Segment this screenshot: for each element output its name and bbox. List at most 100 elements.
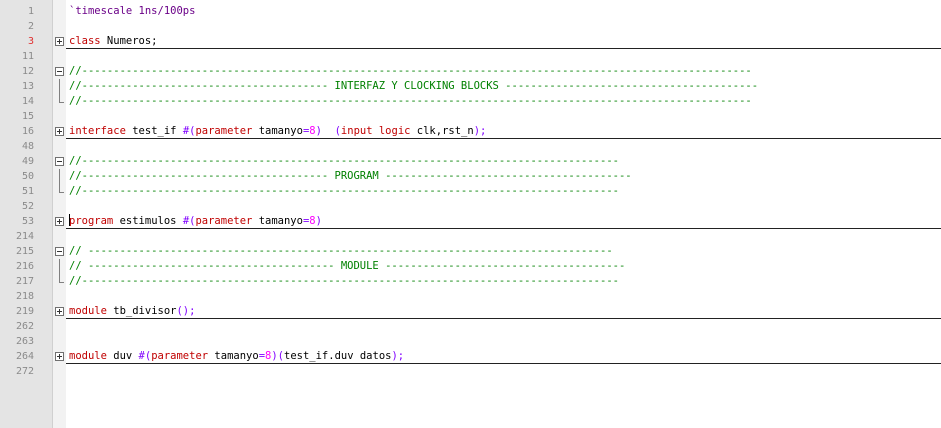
code-text: tamanyo: [252, 215, 303, 227]
code-line[interactable]: 2: [0, 19, 941, 34]
code-line[interactable]: 13 //-----------------------------------…: [0, 79, 941, 94]
comment: // -------------------------------------…: [69, 260, 626, 272]
line-number: 52: [21, 201, 34, 212]
code-text: tb_divisor: [106, 305, 177, 317]
comment: //--------------------------------------…: [69, 155, 619, 167]
line-number: 216: [15, 261, 34, 272]
line-number: 219: [15, 306, 34, 317]
operator: );: [473, 125, 487, 137]
line-number: 1: [27, 6, 34, 17]
operator: );: [391, 350, 405, 362]
line-number: 48: [21, 141, 34, 152]
code-editor[interactable]: 1 `timescale 1ns/100ps 2 3 class Numeros…: [0, 4, 941, 379]
keyword: program: [69, 215, 114, 227]
code-line[interactable]: 272: [0, 364, 941, 379]
code-line[interactable]: 3 class Numeros;: [0, 34, 941, 49]
line-number: 12: [21, 66, 34, 77]
line-number: 3: [27, 36, 34, 47]
keyword: parameter: [151, 350, 209, 362]
line-number: 49: [21, 156, 34, 167]
operator: ): [315, 215, 322, 227]
line-number: 53: [21, 216, 34, 227]
keyword: parameter: [195, 215, 253, 227]
line-number: 14: [21, 96, 34, 107]
comment: //--------------------------------------…: [69, 65, 752, 77]
plus-box-icon[interactable]: [55, 217, 64, 226]
operator: ();: [176, 305, 196, 317]
minus-box-icon[interactable]: [55, 247, 64, 256]
operator: )(: [271, 350, 284, 362]
code-line[interactable]: 51 //-----------------------------------…: [0, 184, 941, 199]
code-line[interactable]: 49 //-----------------------------------…: [0, 154, 941, 169]
keyword: logic: [378, 125, 411, 137]
code-line[interactable]: 50 //-----------------------------------…: [0, 169, 941, 184]
keyword: input: [340, 125, 373, 137]
minus-box-icon[interactable]: [55, 157, 64, 166]
code-line[interactable]: 262: [0, 319, 941, 334]
line-number: 215: [15, 246, 34, 257]
line-number: 11: [21, 51, 34, 62]
plus-box-icon[interactable]: [55, 352, 64, 361]
code-text: estimulos: [113, 215, 183, 227]
fold-guide: [59, 274, 60, 282]
minus-box-icon[interactable]: [55, 67, 64, 76]
plus-box-icon[interactable]: [55, 307, 64, 316]
keyword: parameter: [195, 125, 253, 137]
line-number: 15: [21, 111, 34, 122]
code-line[interactable]: 264 module duv #(parameter tamanyo=8)(te…: [0, 349, 941, 364]
timescale-directive: `timescale 1ns/100ps: [69, 5, 196, 17]
code-line[interactable]: 214: [0, 229, 941, 244]
plus-box-icon[interactable]: [55, 127, 64, 136]
code-line[interactable]: 12 //-----------------------------------…: [0, 64, 941, 79]
comment: //--------------------------------------…: [69, 170, 632, 182]
comment: //--------------------------------------…: [69, 275, 619, 287]
code-line[interactable]: 48: [0, 139, 941, 154]
code-line[interactable]: 219 module tb_divisor();: [0, 304, 941, 319]
comment: //--------------------------------------…: [69, 185, 619, 197]
code-line[interactable]: 263: [0, 334, 941, 349]
code-line[interactable]: 52: [0, 199, 941, 214]
code-text: clk,rst_n: [410, 125, 474, 137]
code-text: tamanyo: [208, 350, 259, 362]
code-line[interactable]: 218: [0, 289, 941, 304]
line-number: 2: [27, 21, 34, 32]
code-line[interactable]: 53 program estimulos #(parameter tamanyo…: [0, 214, 941, 229]
fold-end: [59, 102, 64, 103]
operator: #(: [182, 125, 196, 137]
line-number: 218: [15, 291, 34, 302]
keyword: class: [69, 35, 101, 47]
code-text: duv: [106, 350, 139, 362]
line-number: 214: [15, 231, 34, 242]
line-number: 272: [15, 366, 34, 377]
line-number: 217: [15, 276, 34, 287]
operator: #(: [182, 215, 196, 227]
code-line[interactable]: 215 // ---------------------------------…: [0, 244, 941, 259]
code-line[interactable]: 1 `timescale 1ns/100ps: [0, 4, 941, 19]
code-line[interactable]: 16 interface test_if #(parameter tamanyo…: [0, 124, 941, 139]
line-number: 51: [21, 186, 34, 197]
line-number: 264: [15, 351, 34, 362]
keyword: module: [69, 305, 107, 317]
keyword: interface: [69, 125, 126, 137]
code-text: test_if.duv datos: [284, 350, 392, 362]
operator: #(: [138, 350, 152, 362]
line-number: 50: [21, 171, 34, 182]
fold-end: [59, 282, 64, 283]
fold-guide: [59, 79, 60, 94]
code-line[interactable]: 14 //-----------------------------------…: [0, 94, 941, 109]
plus-box-icon[interactable]: [55, 37, 64, 46]
line-number: 13: [21, 81, 34, 92]
code-text: Numeros;: [100, 35, 158, 47]
code-line[interactable]: 11: [0, 49, 941, 64]
code-line[interactable]: 15: [0, 109, 941, 124]
fold-guide: [59, 259, 60, 274]
line-number: 262: [15, 321, 34, 332]
code-line[interactable]: 216 // ---------------------------------…: [0, 259, 941, 274]
fold-guide: [59, 94, 60, 102]
line-number: 263: [15, 336, 34, 347]
code-line[interactable]: 217 //----------------------------------…: [0, 274, 941, 289]
fold-guide: [59, 184, 60, 192]
comment: //--------------------------------------…: [69, 95, 752, 107]
code-text: test_if: [125, 125, 183, 137]
